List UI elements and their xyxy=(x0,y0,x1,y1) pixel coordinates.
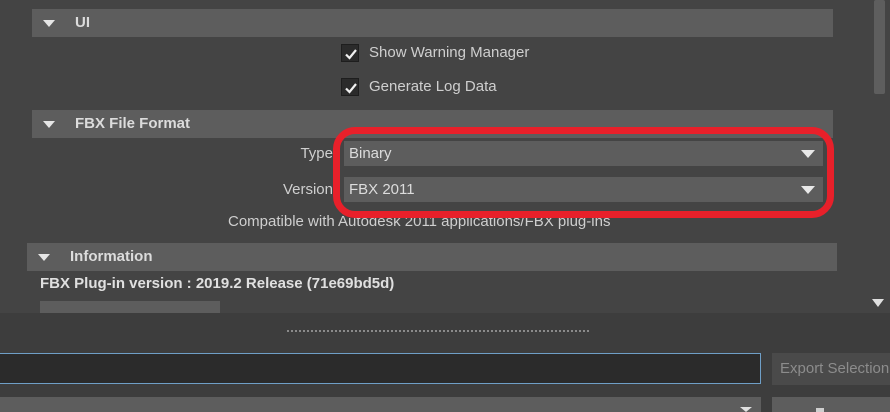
collapse-triangle-icon xyxy=(38,254,50,261)
file-type-combo[interactable] xyxy=(0,397,761,412)
section-header-information[interactable]: Information xyxy=(27,243,837,271)
version-label: Version xyxy=(282,181,333,198)
section-title: Information xyxy=(70,248,153,265)
export-selection-button[interactable]: Export Selection xyxy=(772,353,890,385)
show-warning-manager-label: Show Warning Manager xyxy=(369,44,530,61)
cancel-button[interactable] xyxy=(772,397,890,412)
section-title: UI xyxy=(75,14,90,31)
checkmark-icon xyxy=(345,83,357,94)
button-label-fragment xyxy=(816,408,824,412)
type-label: Type xyxy=(300,145,333,162)
scroll-down-arrow-icon[interactable] xyxy=(872,299,884,307)
section-title: FBX File Format xyxy=(75,115,191,132)
options-scroll-area: UI Show Warning Manager Generate Log Dat… xyxy=(0,0,890,313)
show-warning-manager-row[interactable]: Show Warning Manager xyxy=(341,42,641,64)
information-button[interactable] xyxy=(40,301,220,313)
generate-log-data-checkbox[interactable] xyxy=(341,78,359,96)
section-header-ui[interactable]: UI xyxy=(32,9,833,37)
show-warning-manager-checkbox[interactable] xyxy=(341,44,359,62)
vertical-scrollbar[interactable] xyxy=(866,0,890,313)
collapse-triangle-icon xyxy=(43,20,55,27)
highlight-annotation xyxy=(333,127,834,218)
collapse-triangle-icon xyxy=(43,121,55,128)
scrollbar-thumb[interactable] xyxy=(874,0,885,94)
generate-log-data-row[interactable]: Generate Log Data xyxy=(341,76,641,98)
checkmark-icon xyxy=(345,49,357,60)
panel-splitter-handle[interactable] xyxy=(287,330,589,332)
chevron-down-icon[interactable] xyxy=(740,407,752,412)
generate-log-data-label: Generate Log Data xyxy=(369,78,497,95)
plugin-version-text: FBX Plug-in version : 2019.2 Release (71… xyxy=(40,275,395,292)
file-name-input[interactable] xyxy=(0,353,761,384)
